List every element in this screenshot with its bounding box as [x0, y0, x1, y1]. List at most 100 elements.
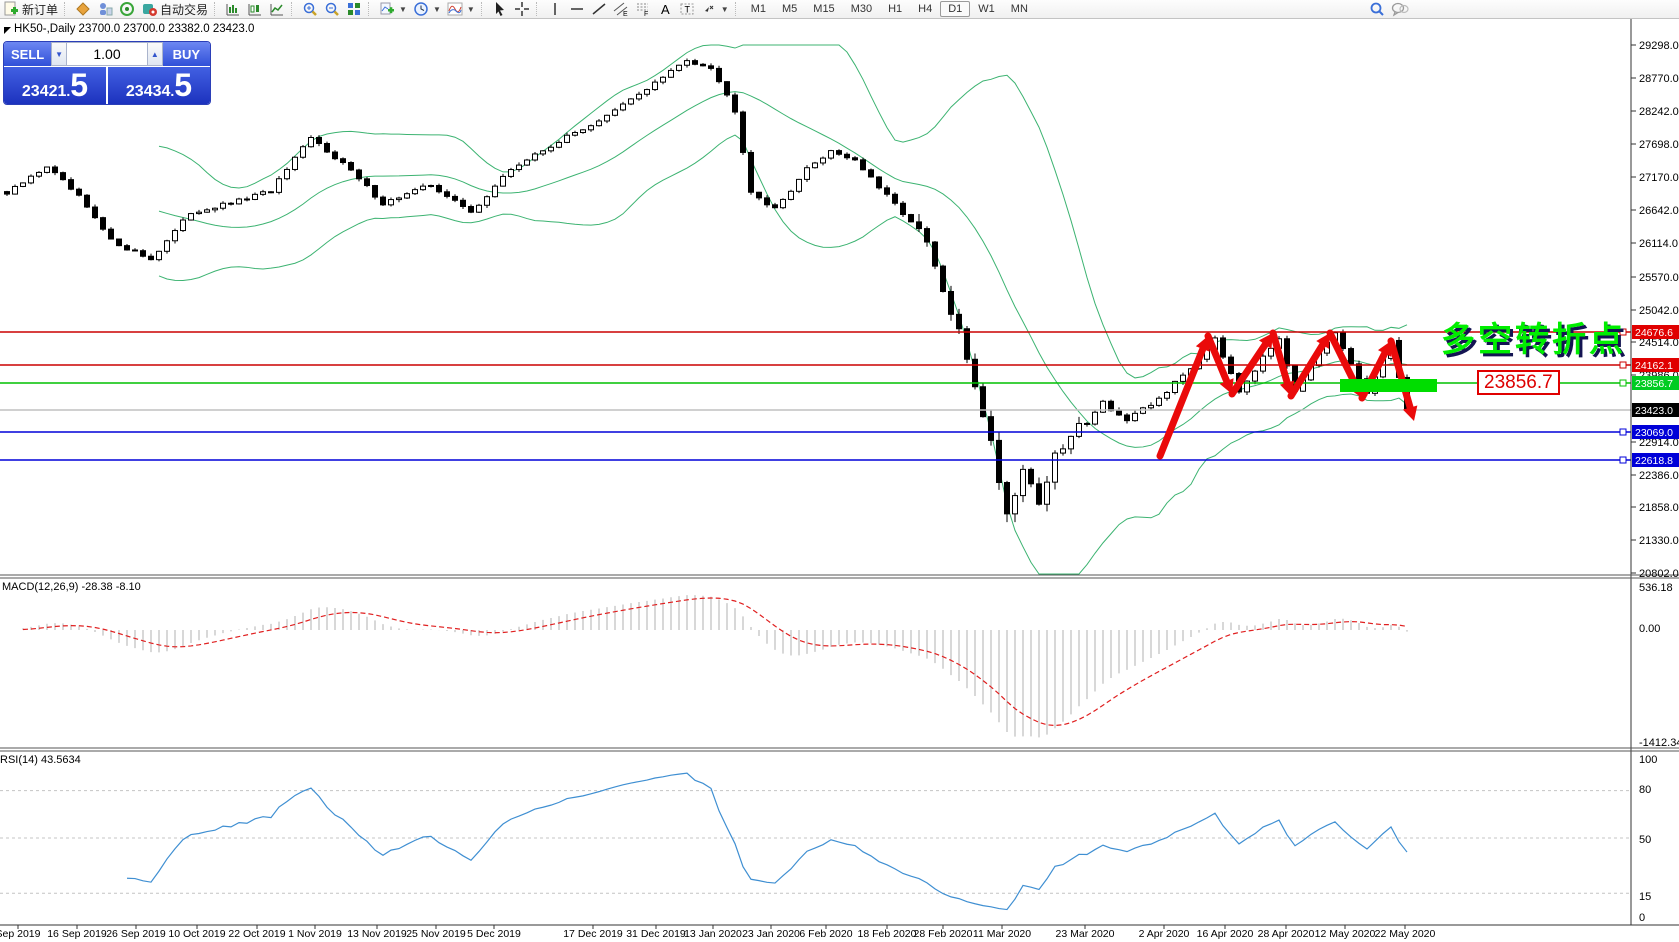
line-handle[interactable]: [1620, 457, 1626, 463]
timeframe-button-M1[interactable]: M1: [743, 1, 774, 17]
svg-text:F: F: [644, 11, 648, 17]
date-axis-label: 11 Mar 2020: [973, 928, 1031, 940]
horizontal-line-button[interactable]: [566, 1, 588, 18]
chart-annotations[interactable]: [1160, 333, 1437, 456]
date-axis-label: 23 Jan 2020: [742, 928, 800, 940]
buy-price-frac: 5: [174, 67, 192, 103]
candlestick-chart-button[interactable]: [244, 1, 266, 18]
indicators-button[interactable]: ▼: [376, 1, 410, 18]
buy-price-main: 23434: [126, 73, 171, 101]
chat-button[interactable]: [1388, 1, 1412, 18]
toolbar-separator: [536, 2, 541, 16]
trendline-button[interactable]: [588, 1, 610, 18]
svg-text:E: E: [623, 11, 628, 17]
vertical-line-button[interactable]: [544, 1, 566, 18]
bar-chart-button[interactable]: [222, 1, 244, 18]
timeframe-button-H1[interactable]: H1: [880, 1, 910, 17]
volume-decrease-button[interactable]: ▼: [51, 42, 67, 66]
highlight-box[interactable]: [1340, 379, 1437, 392]
cursor-button[interactable]: [489, 1, 511, 18]
price-axis-label: 27698.0: [1639, 139, 1679, 151]
price-badge-label: 23856.7: [1635, 378, 1673, 390]
price-axis-label: 25570.0: [1639, 272, 1679, 284]
strategy-tester-button[interactable]: [94, 1, 116, 18]
templates-button[interactable]: ▼: [444, 1, 478, 18]
sell-price-frac: 5: [70, 67, 88, 103]
rsi-axis-label: 50: [1639, 834, 1651, 846]
one-click-trade-panel: SELL ▼ ▲ BUY 23421 . 5 23434 . 5: [3, 41, 211, 105]
timeframe-button-W1[interactable]: W1: [970, 1, 1003, 17]
equidistant-channel-button[interactable]: E: [610, 1, 632, 18]
timeframe-button-H4[interactable]: H4: [910, 1, 940, 17]
price-axis-label: 26114.0: [1639, 238, 1678, 250]
dropdown-caret: ▼: [433, 5, 441, 14]
indicators-icon: [379, 1, 395, 17]
price-axis-label: 21330.0: [1639, 535, 1679, 547]
date-axis-label: 13 Nov 2019: [347, 928, 407, 940]
price-axis-label: 27170.0: [1639, 172, 1679, 184]
timeframe-button-MN[interactable]: MN: [1003, 1, 1036, 17]
date-axis-label: 28 Feb 2020: [914, 928, 973, 940]
line-handle[interactable]: [1620, 429, 1626, 435]
buy-price[interactable]: 23434 . 5: [108, 67, 210, 104]
dropdown-caret: ▼: [399, 5, 407, 14]
zoom-out-icon: [324, 1, 340, 17]
main-toolbar: 新订单 自动交易 ▼ ▼ ▼: [0, 0, 1679, 19]
price-tag-label[interactable]: 23856.7: [1477, 370, 1560, 395]
autotrading-icon: [141, 1, 157, 17]
line-handle[interactable]: [1620, 380, 1626, 386]
sell-price[interactable]: 23421 . 5: [4, 67, 106, 104]
date-axis-label: 18 Feb 2020: [858, 928, 917, 940]
arrows-tool-button[interactable]: ▼: [698, 1, 732, 18]
date-axis-label: 16 Sep 2019: [47, 928, 107, 940]
search-button[interactable]: [1366, 1, 1388, 18]
market-watch-button[interactable]: [72, 1, 94, 18]
cursor-icon: [492, 1, 508, 17]
chart-canvas[interactable]: 29298.028770.028242.027698.027170.026642…: [0, 0, 1679, 942]
zoom-in-button[interactable]: [299, 1, 321, 18]
date-axis-label: 26 Sep 2019: [106, 928, 166, 940]
date-axis-label: 6 Feb 2020: [799, 928, 852, 940]
collapse-triangle-icon[interactable]: [4, 27, 11, 34]
crosshair-icon: [514, 1, 530, 17]
price-axis-label: 21858.0: [1639, 502, 1679, 514]
axes: 29298.028770.028242.027698.027170.026642…: [0, 19, 1679, 940]
rsi-axis-label: 15: [1639, 891, 1651, 903]
tile-windows-button[interactable]: [343, 1, 365, 18]
price-axis-label: 28242.0: [1639, 106, 1679, 118]
volume-increase-button[interactable]: ▲: [147, 42, 163, 66]
new-order-button[interactable]: 新订单: [0, 1, 61, 18]
signals-button[interactable]: [116, 1, 138, 18]
timeframe-button-M30[interactable]: M30: [843, 1, 880, 17]
label-tool-button[interactable]: T: [676, 1, 698, 18]
new-order-label: 新订单: [22, 1, 58, 18]
macd-axis-label: 0.00: [1639, 623, 1660, 635]
sell-button[interactable]: SELL: [4, 42, 51, 66]
text-tool-button[interactable]: A: [654, 1, 676, 18]
timeframe-button-M5[interactable]: M5: [774, 1, 805, 17]
volume-input[interactable]: [67, 42, 147, 66]
zoom-out-button[interactable]: [321, 1, 343, 18]
price-axis-label: 22386.0: [1639, 470, 1679, 482]
templates-icon: [447, 1, 463, 17]
toolbar-separator: [214, 2, 219, 16]
annotation-text[interactable]: 多空转折点: [1441, 312, 1626, 361]
channel-icon: E: [613, 1, 629, 17]
timeframe-group: M1M5M15M30H1H4D1W1MN: [743, 1, 1036, 17]
periods-button[interactable]: ▼: [410, 1, 444, 18]
autotrading-button[interactable]: 自动交易: [138, 1, 211, 18]
date-axis-label: 23 Mar 2020: [1056, 928, 1115, 940]
line-handle[interactable]: [1620, 362, 1626, 368]
clock-icon: [413, 1, 429, 17]
bar-chart-icon: [225, 1, 241, 17]
market-watch-icon: [75, 1, 91, 17]
crosshair-button[interactable]: [511, 1, 533, 18]
fibonacci-button[interactable]: F: [632, 1, 654, 18]
line-chart-button[interactable]: [266, 1, 288, 18]
timeframe-button-D1[interactable]: D1: [940, 1, 970, 17]
timeframe-button-M15[interactable]: M15: [805, 1, 842, 17]
date-axis-label: 10 Oct 2019: [168, 928, 225, 940]
chat-icon: [1391, 1, 1409, 17]
buy-button[interactable]: BUY: [163, 42, 210, 66]
dropdown-caret: ▼: [721, 5, 729, 14]
